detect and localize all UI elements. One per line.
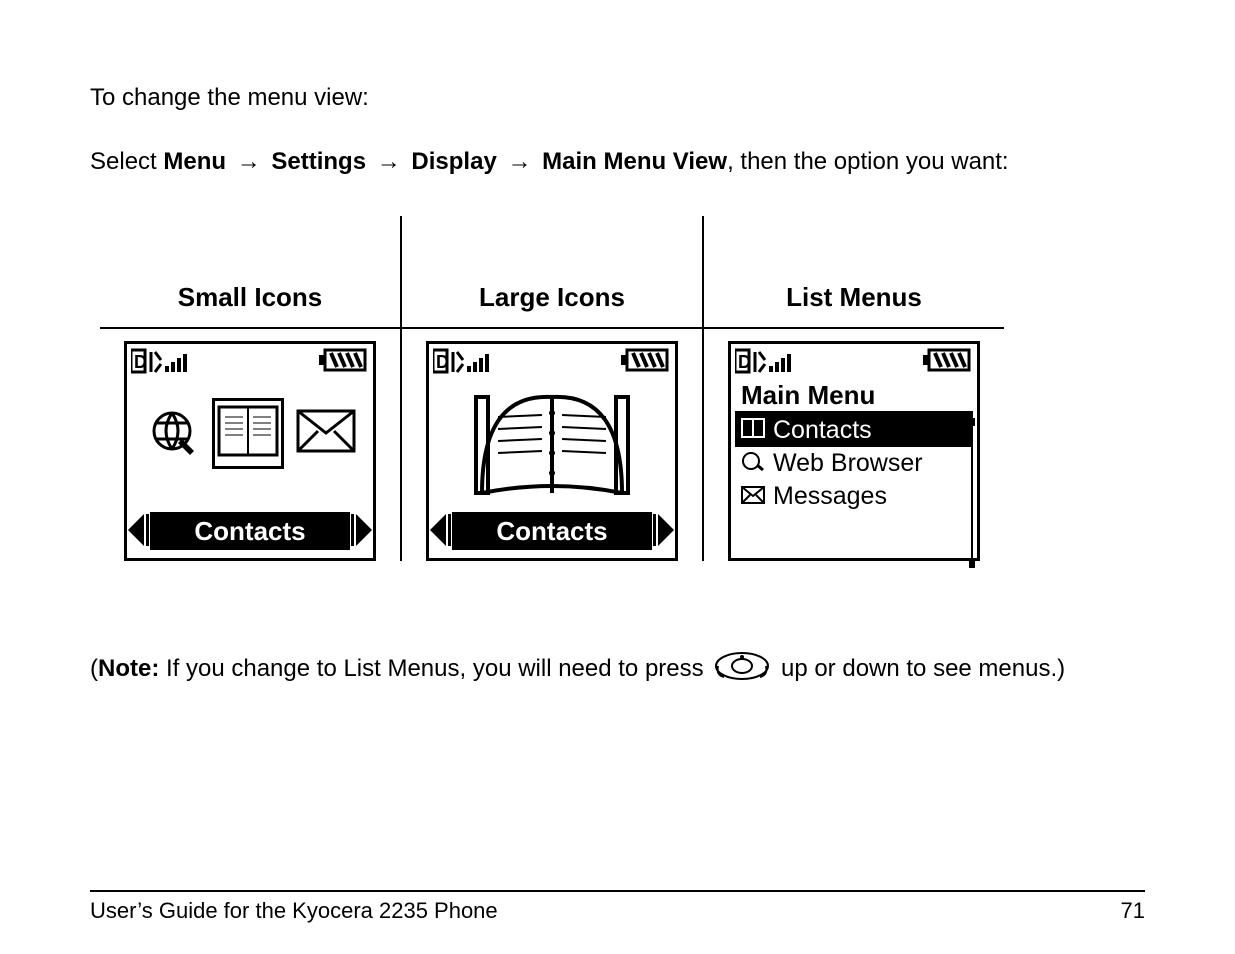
intro-text: To change the menu view: xyxy=(90,80,1145,116)
digital-signal-icon: D xyxy=(735,348,795,378)
left-arrow-icon xyxy=(128,514,144,546)
lcd-small-icons: D xyxy=(124,341,376,561)
selected-label: Contacts xyxy=(496,516,607,546)
contacts-large-icon xyxy=(462,383,642,508)
svg-text:D: D xyxy=(134,352,147,372)
note-text-after: up or down to see menus.) xyxy=(781,655,1065,682)
nav-key-icon xyxy=(714,651,770,692)
list-item: Contacts xyxy=(735,414,973,447)
envelope-icon xyxy=(741,482,765,511)
view-options-table: Small Icons D xyxy=(100,216,1145,561)
battery-icon xyxy=(319,348,369,378)
envelope-icon xyxy=(296,409,356,458)
column-header-list: List Menus xyxy=(704,236,1004,327)
path-arrow: → xyxy=(373,148,405,175)
globe-icon xyxy=(741,449,765,478)
select-prefix: Select xyxy=(90,148,163,175)
contacts-icon xyxy=(212,398,284,469)
digital-signal-icon: D xyxy=(131,348,191,378)
selected-label-bar: Contacts xyxy=(452,512,652,550)
contacts-icon xyxy=(741,416,765,445)
column-large-icons: Large Icons D xyxy=(402,216,704,561)
list-item: Web Browser xyxy=(735,447,973,480)
column-list-menus: List Menus D xyxy=(704,216,1004,561)
svg-text:D: D xyxy=(436,352,449,372)
page-footer: User’s Guide for the Kyocera 2235 Phone … xyxy=(90,890,1145,924)
lcd-list-menus: D xyxy=(728,341,980,561)
list-item-label: Contacts xyxy=(773,416,872,445)
selected-label: Contacts xyxy=(194,516,305,546)
globe-icon xyxy=(144,403,200,464)
column-small-icons: Small Icons D xyxy=(100,216,402,561)
note-open-paren: ( xyxy=(90,655,98,682)
path-settings: Settings xyxy=(271,148,366,175)
right-arrow-icon xyxy=(658,514,674,546)
right-arrow-icon xyxy=(356,514,372,546)
list-menu-title: Main Menu xyxy=(735,378,973,414)
column-header-large: Large Icons xyxy=(402,236,702,327)
page-number: 71 xyxy=(1121,898,1145,924)
column-header-small: Small Icons xyxy=(100,236,400,327)
path-display: Display xyxy=(411,148,496,175)
list-item-label: Messages xyxy=(773,482,887,511)
svg-text:D: D xyxy=(738,352,751,372)
menu-path-instruction: Select Menu → Settings → Display → Main … xyxy=(90,144,1145,180)
digital-signal-icon: D xyxy=(433,348,493,378)
select-suffix: , then the option you want: xyxy=(727,148,1009,175)
lcd-large-icons: D xyxy=(426,341,678,561)
battery-icon xyxy=(621,348,671,378)
note-text-before: If you change to List Menus, you will ne… xyxy=(159,655,710,682)
path-menu: Menu xyxy=(163,148,226,175)
note-paragraph: (Note: If you change to List Menus, you … xyxy=(90,651,1145,688)
battery-icon xyxy=(923,348,973,378)
note-label: Note: xyxy=(98,655,159,682)
selected-label-bar: Contacts xyxy=(150,512,350,550)
path-main-menu-view: Main Menu View xyxy=(542,148,727,175)
left-arrow-icon xyxy=(430,514,446,546)
scrollbar-stub xyxy=(969,418,975,568)
footer-title: User’s Guide for the Kyocera 2235 Phone xyxy=(90,898,498,924)
path-arrow: → xyxy=(503,148,535,175)
list-item-label: Web Browser xyxy=(773,449,923,478)
list-item: Messages xyxy=(735,480,973,513)
path-arrow: → xyxy=(233,148,265,175)
